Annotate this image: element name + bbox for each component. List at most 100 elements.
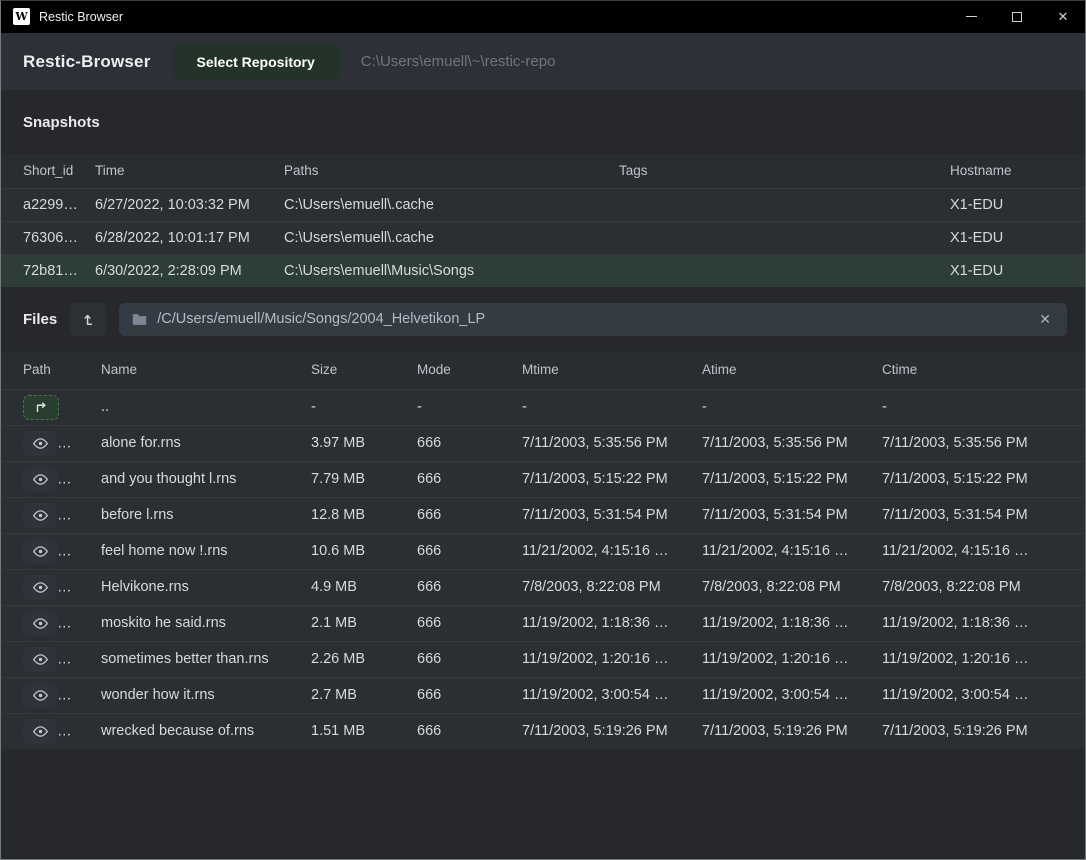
file-ctime: 11/19/2002, 1:20:16 … (882, 641, 1085, 677)
file-mtime: 7/11/2003, 5:15:22 PM (522, 461, 702, 497)
preview-file-button[interactable] (23, 647, 57, 672)
parent-row-mtime: - (522, 389, 702, 425)
file-size: 1.51 MB (311, 713, 417, 749)
snapshots-col-short-id: Short_id (1, 154, 95, 188)
file-mtime: 11/19/2002, 1:18:36 … (522, 605, 702, 641)
file-ctime: 7/11/2003, 5:31:54 PM (882, 497, 1085, 533)
file-ctime: 11/19/2002, 1:18:36 … (882, 605, 1085, 641)
file-name: wonder how it.rns (101, 677, 311, 713)
eye-icon (32, 545, 49, 558)
files-table: Path Name Size Mode Mtime Atime Ctime (1, 351, 1085, 749)
app-title: Restic-Browser (23, 52, 151, 72)
clear-path-icon[interactable]: ✕ (1035, 309, 1055, 330)
file-mode: 666 (417, 713, 522, 749)
file-mode: 666 (417, 425, 522, 461)
parent-row-mode: - (417, 389, 522, 425)
file-ctime: 11/21/2002, 4:15:16 … (882, 533, 1085, 569)
download-icon (76, 437, 89, 450)
preview-file-button[interactable] (23, 539, 57, 564)
file-atime: 7/8/2003, 8:22:08 PM (702, 569, 882, 605)
file-row: feel home now !.rns 10.6 MB 666 11/21/20… (1, 533, 1085, 569)
file-atime: 7/11/2003, 5:19:26 PM (702, 713, 882, 749)
file-atime: 11/19/2002, 1:20:16 … (702, 641, 882, 677)
go-up-button[interactable] (23, 395, 59, 420)
snapshot-short-id: a2299af6 (1, 188, 95, 221)
close-button[interactable]: ✕ (1040, 0, 1086, 33)
files-col-path: Path (1, 351, 101, 389)
restic-browser-window: W Restic Browser ✕ Restic-Browser Select… (0, 0, 1086, 860)
minimize-icon (966, 16, 977, 17)
file-mode: 666 (417, 605, 522, 641)
download-icon (76, 581, 89, 594)
eye-icon (32, 617, 49, 630)
file-row: before l.rns 12.8 MB 666 7/11/2003, 5:31… (1, 497, 1085, 533)
snapshot-hostname: X1-EDU (950, 188, 1085, 221)
files-header-row: Path Name Size Mode Mtime Atime Ctime (1, 351, 1085, 389)
select-repository-button[interactable]: Select Repository (173, 43, 339, 81)
titlebar: W Restic Browser ✕ (0, 0, 1086, 33)
snapshot-row[interactable]: a2299af6 6/27/2022, 10:03:32 PM C:\Users… (1, 188, 1085, 221)
file-mode: 666 (417, 641, 522, 677)
preview-file-button[interactable] (23, 503, 57, 528)
files-col-ctime: Ctime (882, 351, 1085, 389)
corner-up-right-arrow-icon (34, 400, 48, 414)
preview-file-button[interactable] (23, 683, 57, 708)
file-row: Helvikone.rns 4.9 MB 666 7/8/2003, 8:22:… (1, 569, 1085, 605)
file-ctime: 7/11/2003, 5:15:22 PM (882, 461, 1085, 497)
file-atime: 7/11/2003, 5:31:54 PM (702, 497, 882, 533)
minimize-button[interactable] (948, 0, 994, 33)
preview-file-button[interactable] (23, 467, 57, 492)
file-mtime: 7/11/2003, 5:35:56 PM (522, 425, 702, 461)
snapshots-col-paths: Paths (284, 154, 619, 188)
parent-row-size: - (311, 389, 417, 425)
snapshot-paths: C:\Users\emuell\.cache (284, 221, 619, 254)
file-row: wrecked because of.rns 1.51 MB 666 7/11/… (1, 713, 1085, 749)
preview-file-button[interactable] (23, 431, 57, 456)
current-path-input[interactable]: /C/Users/emuell/Music/Songs/2004_Helveti… (119, 303, 1067, 336)
file-mode: 666 (417, 569, 522, 605)
files-col-name: Name (101, 351, 311, 389)
file-mode: 666 (417, 497, 522, 533)
parent-directory-button[interactable] (70, 303, 106, 336)
empty-area (1, 749, 1085, 859)
download-icon (76, 653, 89, 666)
snapshots-title: Snapshots (23, 114, 100, 131)
files-title: Files (23, 311, 57, 328)
file-atime: 11/19/2002, 3:00:54 … (702, 677, 882, 713)
snapshot-row[interactable]: 76306869 6/28/2022, 10:01:17 PM C:\Users… (1, 221, 1085, 254)
file-row: wonder how it.rns 2.7 MB 666 11/19/2002,… (1, 677, 1085, 713)
file-name: feel home now !.rns (101, 533, 311, 569)
parent-directory-row: .. - - - - - (1, 389, 1085, 425)
snapshot-tags (619, 188, 950, 221)
file-name: Helvikone.rns (101, 569, 311, 605)
folder-icon (132, 313, 147, 326)
snapshots-col-time: Time (95, 154, 284, 188)
preview-file-button[interactable] (23, 611, 57, 636)
preview-file-button[interactable] (23, 719, 57, 744)
maximize-icon (1012, 12, 1022, 22)
snapshot-row[interactable]: 72b813bb 6/30/2022, 2:28:09 PM C:\Users\… (1, 254, 1085, 287)
parent-row-name: .. (101, 389, 311, 425)
files-col-atime: Atime (702, 351, 882, 389)
file-size: 7.79 MB (311, 461, 417, 497)
snapshots-header-row: Short_id Time Paths Tags Hostname (1, 154, 1085, 188)
eye-icon (32, 581, 49, 594)
snapshots-col-hostname: Hostname (950, 154, 1085, 188)
snapshots-table: Short_id Time Paths Tags Hostname a2299a… (1, 154, 1085, 287)
file-ctime: 7/11/2003, 5:35:56 PM (882, 425, 1085, 461)
snapshot-short-id: 72b813bb (1, 254, 95, 287)
file-size: 2.7 MB (311, 677, 417, 713)
titlebar-left: W Restic Browser (0, 8, 123, 25)
preview-file-button[interactable] (23, 575, 57, 600)
file-row: and you thought l.rns 7.79 MB 666 7/11/2… (1, 461, 1085, 497)
download-icon (76, 473, 89, 486)
close-icon: ✕ (1058, 10, 1069, 23)
snapshot-time: 6/30/2022, 2:28:09 PM (95, 254, 284, 287)
file-mtime: 11/19/2002, 3:00:54 … (522, 677, 702, 713)
file-size: 2.26 MB (311, 641, 417, 677)
snapshot-paths: C:\Users\emuell\.cache (284, 188, 619, 221)
snapshot-tags (619, 221, 950, 254)
file-row: sometimes better than.rns 2.26 MB 666 11… (1, 641, 1085, 677)
maximize-button[interactable] (994, 0, 1040, 33)
snapshots-section-header: Snapshots (1, 90, 1085, 154)
